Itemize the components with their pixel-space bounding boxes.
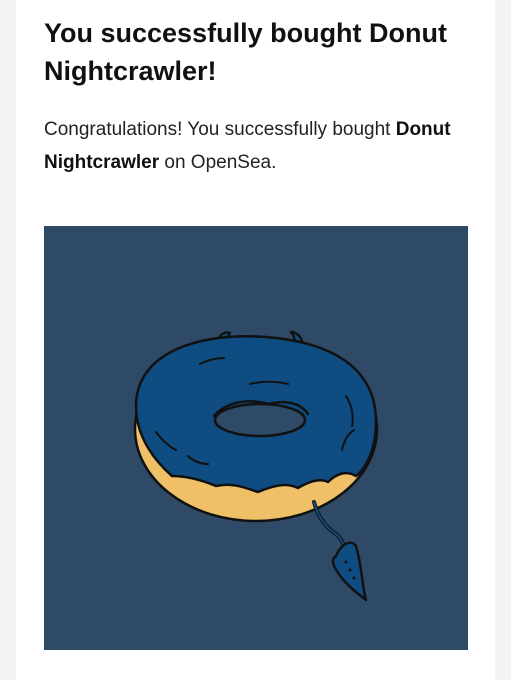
- nft-image: [44, 226, 468, 650]
- message-prefix: Congratulations! You successfully bought: [44, 119, 391, 140]
- message-suffix: on OpenSea.: [164, 152, 277, 173]
- page-title: You successfully bought Donut Nightcrawl…: [44, 18, 448, 86]
- purchase-confirmation-card: You successfully bought Donut Nightcrawl…: [16, 0, 495, 680]
- confirmation-message: Congratulations! You successfully bought…: [44, 113, 474, 179]
- donut-nightcrawler-illustration-icon: [44, 226, 468, 650]
